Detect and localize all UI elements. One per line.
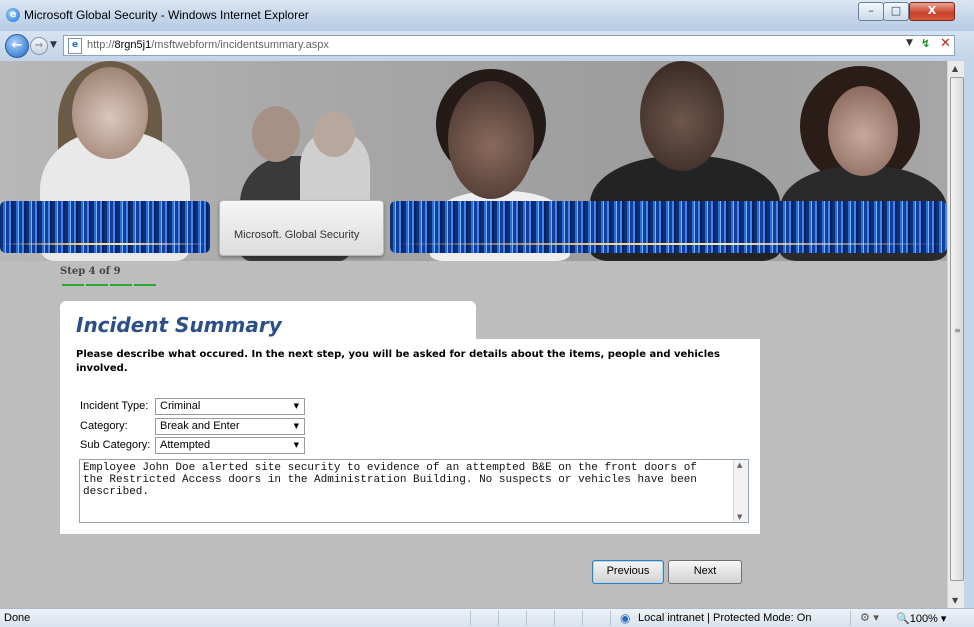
scroll-up-icon[interactable]: ▲ [737, 461, 742, 469]
url-text[interactable]: http://8rgn5j1/msftwebform/incidentsumma… [87, 39, 329, 51]
status-divider [582, 611, 583, 626]
status-divider [498, 611, 499, 626]
ie-icon: e [6, 8, 20, 22]
incident-type-label: Incident Type: [80, 400, 149, 412]
chevron-down-icon: ▼ [293, 402, 299, 410]
category-value: Break and Enter [160, 420, 240, 432]
back-arrow-icon[interactable]: ← [5, 34, 29, 58]
history-dropdown-icon[interactable]: ▼ [50, 40, 57, 50]
stop-icon[interactable]: ✕ [940, 36, 951, 51]
page-title: Incident Summary [76, 313, 282, 337]
scroll-down-icon[interactable]: ▼ [737, 513, 742, 521]
zoom-level: 100% [909, 613, 938, 625]
zoom-icon: 🔍 [896, 613, 910, 625]
category-label: Category: [80, 420, 128, 432]
scroll-down-icon[interactable]: ▼ [952, 596, 958, 605]
form-layer: Incident Summary Please describe what oc… [0, 61, 947, 608]
notes-scrollbar[interactable]: ▲ ▼ [733, 460, 748, 522]
status-text: Done [4, 612, 31, 624]
maximize-button[interactable]: □ [883, 2, 909, 21]
url-dropdown-icon[interactable]: ▼ [906, 38, 913, 48]
sub-category-value: Attempted [160, 439, 211, 451]
status-divider [610, 611, 611, 626]
sub-category-select[interactable]: Attempted ▼ [155, 437, 305, 454]
page-icon: e [68, 38, 82, 54]
chevron-down-icon: ▼ [293, 422, 299, 430]
previous-button[interactable]: Previous [592, 560, 664, 584]
security-icon[interactable]: ⚙ ▾ [860, 611, 879, 624]
window-frame [964, 61, 974, 608]
status-divider [554, 611, 555, 626]
form-description: Please describe what occured. In the nex… [76, 349, 720, 374]
address-bar: ← → ▼ e http://8rgn5j1/msftwebform/incid… [0, 31, 974, 61]
status-divider [526, 611, 527, 626]
url-field[interactable]: e http://8rgn5j1/msftwebform/incidentsum… [63, 35, 955, 56]
incident-type-value: Criminal [160, 400, 201, 412]
page-scrollbar[interactable]: ▲ ≡ ▼ [947, 61, 965, 608]
incident-notes-text[interactable]: Employee John Doe alerted site security … [83, 462, 723, 498]
sub-category-label: Sub Category: [80, 439, 151, 451]
zoom-control[interactable]: 🔍100% ▾ [896, 612, 946, 625]
incident-notes-textarea[interactable]: Employee John Doe alerted site security … [79, 459, 749, 523]
globe-zone-icon: ◉ [620, 611, 631, 625]
forward-arrow-icon[interactable]: → [30, 37, 48, 55]
status-divider [470, 611, 471, 626]
security-zone-text[interactable]: Local intranet | Protected Mode: On [638, 612, 811, 624]
close-button[interactable]: X [909, 2, 955, 21]
window-title: Microsoft Global Security - Windows Inte… [24, 8, 309, 22]
grip-icon: ≡ [954, 326, 961, 335]
next-button[interactable]: Next [668, 560, 742, 584]
category-select[interactable]: Break and Enter ▼ [155, 418, 305, 435]
minimize-button[interactable]: – [858, 2, 884, 21]
refresh-icon[interactable]: ↯ [921, 37, 930, 50]
title-bar: e Microsoft Global Security - Windows In… [0, 0, 974, 31]
browser-window: e Microsoft Global Security - Windows In… [0, 0, 974, 627]
scroll-up-icon[interactable]: ▲ [952, 64, 958, 73]
status-bar: Done ◉ Local intranet | Protected Mode: … [0, 608, 974, 627]
incident-type-select[interactable]: Criminal ▼ [155, 398, 305, 415]
chevron-down-icon: ▼ [293, 441, 299, 449]
scrollbar-thumb[interactable]: ≡ [950, 77, 964, 581]
status-divider [850, 611, 851, 626]
